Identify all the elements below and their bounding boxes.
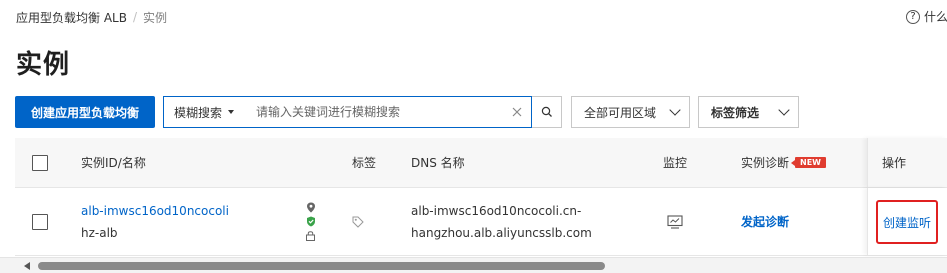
table-header: 实例ID/名称 标签 DNS 名称 监控 实例诊断 NEW 操作 — [15, 138, 947, 188]
search-button[interactable] — [532, 96, 562, 128]
header-actions-col: 操作 — [867, 138, 947, 187]
scroll-left-arrow-icon[interactable] — [24, 262, 30, 270]
horizontal-scrollbar[interactable] — [0, 257, 947, 273]
dns-cell: alb-imwsc16od10ncocoli.cn- hangzhou.alb.… — [411, 188, 592, 255]
instance-name: hz-alb — [81, 225, 118, 240]
instance-id-link[interactable]: alb-imwsc16od10ncocoli — [81, 200, 229, 222]
search-box: 模糊搜索 — [163, 96, 532, 128]
location-pin-icon[interactable] — [306, 202, 316, 213]
help-link[interactable]: ? 什么 — [906, 8, 947, 25]
lock-icon[interactable] — [305, 230, 316, 241]
header-dns: DNS 名称 — [411, 156, 465, 170]
caret-down-icon — [228, 110, 235, 114]
header-instance[interactable]: 实例ID/名称 — [81, 138, 146, 187]
select-all-cell — [32, 138, 48, 187]
diagnosis-cell: 发起诊断 — [741, 188, 789, 255]
row-select-cell — [32, 188, 48, 255]
header-actions: 操作 — [882, 156, 907, 170]
tag-filter-label: 标签筛选 — [711, 105, 760, 120]
search-type-select[interactable]: 模糊搜索 — [164, 97, 242, 127]
chevron-down-icon — [778, 104, 790, 116]
header-tags: 标签 — [352, 156, 377, 170]
instance-table: 实例ID/名称 标签 DNS 名称 监控 实例诊断 NEW 操作 alb-imw… — [15, 138, 947, 256]
search-group: 模糊搜索 — [163, 96, 562, 128]
chevron-down-icon — [669, 104, 681, 116]
dns-line-1: alb-imwsc16od10ncocoli.cn- — [411, 203, 582, 218]
breadcrumb: 应用型负载均衡 ALB / 实例 — [16, 8, 167, 26]
instance-status-icons — [305, 188, 316, 255]
zone-select[interactable]: 全部可用区域 — [571, 96, 690, 128]
help-label: 什么 — [924, 10, 947, 24]
clear-icon[interactable] — [503, 97, 531, 127]
shield-icon[interactable] — [306, 216, 316, 227]
new-badge: NEW — [791, 157, 826, 168]
dns-line-2: hangzhou.alb.aliyuncsslb.com — [411, 225, 592, 240]
start-diagnosis-link[interactable]: 发起诊断 — [741, 213, 789, 230]
table-row: alb-imwsc16od10ncocoli hz-alb alb-imwsc1… — [15, 188, 947, 256]
header-monitor: 监控 — [663, 156, 688, 170]
question-icon: ? — [906, 9, 920, 24]
instance-cell: alb-imwsc16od10ncocoli hz-alb — [81, 188, 229, 255]
actions-col: 创建监听 — [867, 188, 947, 255]
search-input[interactable] — [242, 98, 503, 126]
tag-filter-select[interactable]: 标签筛选 — [698, 96, 799, 128]
monitor-icon[interactable] — [667, 214, 683, 229]
select-all-checkbox[interactable] — [32, 154, 48, 171]
breadcrumb-root[interactable]: 应用型负载均衡 ALB — [16, 9, 127, 26]
tags-cell — [352, 188, 364, 255]
row-checkbox[interactable] — [32, 213, 48, 230]
breadcrumb-current: 实例 — [143, 10, 168, 25]
monitor-cell — [667, 188, 683, 255]
create-alb-button[interactable]: 创建应用型负载均衡 — [15, 96, 155, 128]
tag-icon[interactable] — [352, 216, 364, 228]
search-icon — [541, 106, 552, 117]
zone-select-label: 全部可用区域 — [584, 105, 657, 120]
scrollbar-thumb[interactable] — [38, 262, 605, 270]
create-listener-link[interactable]: 创建监听 — [876, 200, 938, 244]
header-diagnosis-label: 实例诊断 — [741, 156, 790, 170]
header-diagnosis: 实例诊断 NEW — [741, 138, 826, 187]
breadcrumb-separator: / — [132, 10, 137, 24]
search-type-label: 模糊搜索 — [174, 105, 223, 120]
page-title: 实例 — [16, 50, 71, 80]
